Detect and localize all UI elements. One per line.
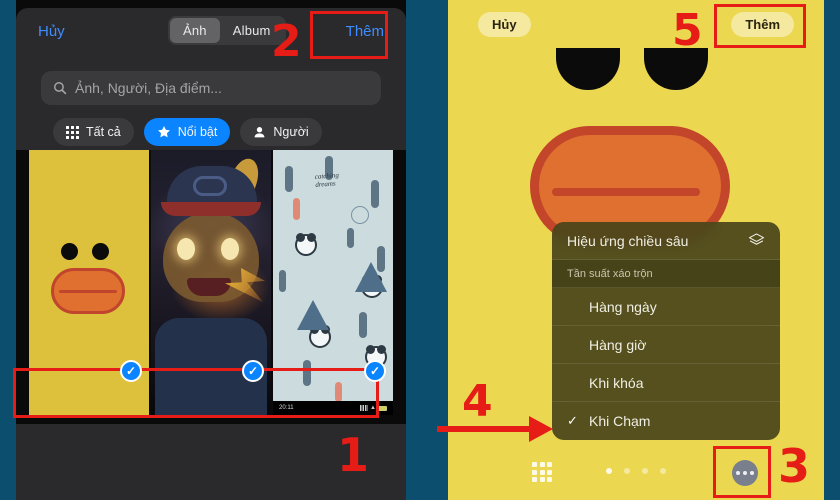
photo-selected-check[interactable]: ✓ xyxy=(364,360,386,382)
cap-logo xyxy=(193,176,227,196)
annotation-box-lockscreen-add-button xyxy=(714,4,806,48)
annotation-number-4: 4 xyxy=(462,376,493,427)
filter-chip-all-label: Tất cả xyxy=(86,125,121,139)
menu-item-on-lock-wrap: Khi khóa xyxy=(567,375,643,391)
duck-eye-right xyxy=(92,243,109,260)
layers-icon xyxy=(748,233,765,248)
page-dot-3 xyxy=(642,468,648,474)
screenshot-root: Hủy Ảnh Album Thêm Ảnh, Người, Địa điểm.… xyxy=(0,0,840,500)
person-icon xyxy=(253,126,266,139)
duck-beak-line xyxy=(59,290,117,293)
character-mouth xyxy=(187,278,231,296)
menu-item-hourly-label: Hàng giờ xyxy=(589,336,647,353)
menu-item-on-lock[interactable]: Khi khóa xyxy=(552,364,780,402)
annotation-number-5: 5 xyxy=(672,5,703,56)
duck-beak-line xyxy=(552,188,700,196)
search-input[interactable]: Ảnh, Người, Địa điểm... xyxy=(41,71,381,105)
star-icon xyxy=(157,125,171,139)
filter-chip-featured-label: Nổi bật xyxy=(177,125,218,139)
search-placeholder: Ảnh, Người, Địa điểm... xyxy=(75,80,222,96)
annotation-number-3: 3 xyxy=(778,439,811,493)
menu-item-daily[interactable]: Hàng ngày xyxy=(552,288,780,326)
photos-albums-segmented-control[interactable]: Ảnh Album xyxy=(168,16,286,45)
annotation-box-more-button xyxy=(713,446,771,498)
menu-item-on-tap-label: Khi Chạm xyxy=(589,413,651,429)
filter-chip-people[interactable]: Người xyxy=(240,118,322,146)
filter-chip-row: Tất cả Nổi bật Người xyxy=(53,118,322,146)
menu-item-on-tap-check: ✓ xyxy=(567,413,578,428)
menu-item-depth-effect-label: Hiệu ứng chiều sâu xyxy=(567,232,689,249)
handwritten-text: catching dreams xyxy=(314,171,340,189)
grid-9-icon[interactable] xyxy=(532,462,552,482)
duck-eye-left xyxy=(61,243,78,260)
photo-selected-check[interactable]: ✓ xyxy=(242,360,264,382)
menu-section-header: Tần suất xáo trộn xyxy=(552,260,780,288)
annotation-box-selected-row xyxy=(13,368,379,418)
character-eye-left xyxy=(177,238,195,260)
left-phone-panel: Hủy Ảnh Album Thêm Ảnh, Người, Địa điểm.… xyxy=(16,0,406,500)
page-dot-4 xyxy=(660,468,666,474)
shuffle-context-menu: Hiệu ứng chiều sâu Tần suất xáo trộn Hàn… xyxy=(552,222,780,440)
page-dots[interactable] xyxy=(606,468,666,474)
search-icon xyxy=(53,81,67,95)
grid-icon xyxy=(66,125,79,139)
annotation-number-1: 1 xyxy=(337,428,370,482)
annotation-number-2: 2 xyxy=(271,16,302,67)
filter-chip-people-label: Người xyxy=(273,125,309,139)
page-dot-2 xyxy=(624,468,630,474)
annotation-box-add-button xyxy=(310,11,388,59)
filter-chip-all[interactable]: Tất cả xyxy=(53,118,134,146)
menu-item-daily-wrap: Hàng ngày xyxy=(567,299,657,315)
menu-item-on-tap-wrap: ✓ Khi Chạm xyxy=(567,413,650,429)
lockscreen-cancel-button[interactable]: Hủy xyxy=(478,12,531,37)
menu-item-on-lock-label: Khi khóa xyxy=(589,374,644,391)
page-dot-1 xyxy=(606,468,612,474)
segment-photos[interactable]: Ảnh xyxy=(170,18,220,43)
battery-icon xyxy=(378,406,387,411)
menu-item-on-tap[interactable]: ✓ Khi Chạm xyxy=(552,402,780,440)
menu-item-hourly-wrap: Hàng giờ xyxy=(567,337,646,353)
character-eye-right xyxy=(221,238,239,260)
menu-item-hourly[interactable]: Hàng giờ xyxy=(552,326,780,364)
cancel-button[interactable]: Hủy xyxy=(38,23,65,40)
filter-chip-featured[interactable]: Nổi bật xyxy=(143,118,231,146)
menu-section-header-label: Tần suất xáo trộn xyxy=(567,267,653,280)
menu-item-depth-effect[interactable]: Hiệu ứng chiều sâu xyxy=(552,222,780,260)
menu-item-daily-label: Hàng ngày xyxy=(589,298,657,315)
cap-brim xyxy=(161,202,261,216)
duck-eye-left xyxy=(556,48,620,90)
right-phone-panel: Hủy Thêm Hiệu ứng chiều sâu Tần suất xáo xyxy=(448,0,824,500)
photo-selected-check[interactable]: ✓ xyxy=(120,360,142,382)
